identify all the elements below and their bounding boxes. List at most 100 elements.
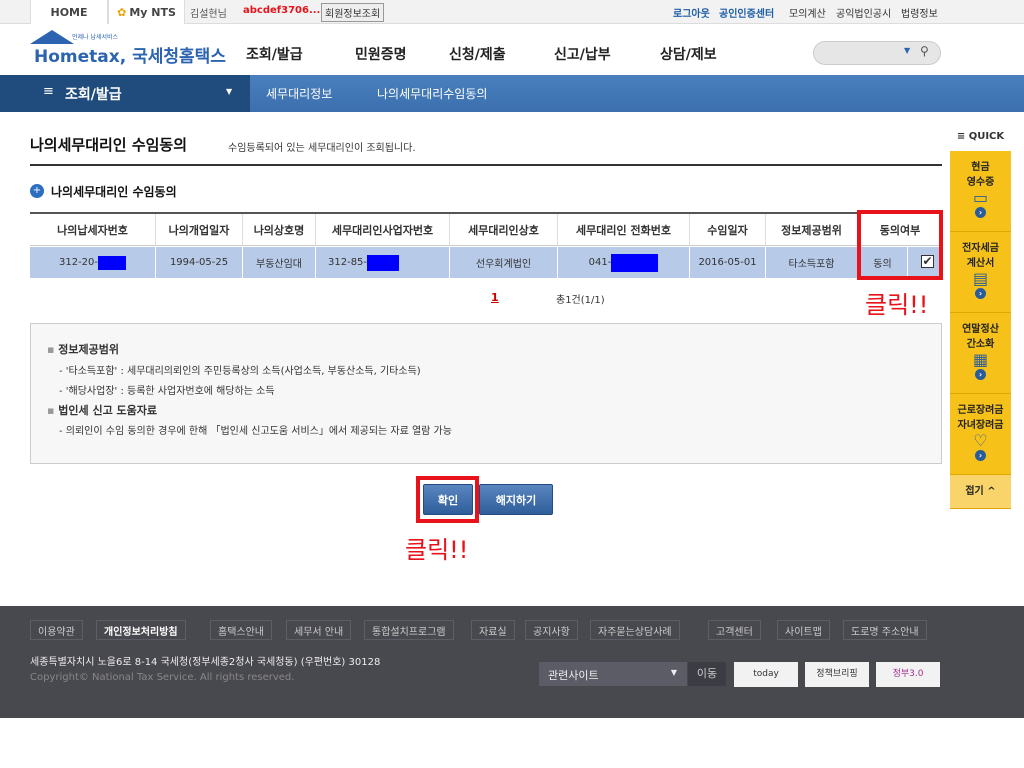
mynts-label: My NTS [129,5,176,19]
footer-link[interactable]: 공지사항 [525,620,578,640]
info-heading-text: 정보제공범위 [58,343,120,356]
menu-icon: ≡ [43,84,54,99]
chevron-down-icon: ▼ [226,87,233,96]
click-annotation: 클릭!! [405,536,469,564]
footer-link[interactable]: 통합설치프로그램 [364,620,454,640]
redacted-mask [98,255,127,270]
cell-agent-name: 선우회계법인 [450,247,558,278]
breadcrumb-item-current[interactable]: 나의세무대리수임동의 [377,85,487,102]
redacted-mask [611,253,659,272]
agent-phone-text: 041- [588,257,612,268]
public-corp-link[interactable]: 공익법인공시 [836,5,891,20]
breadcrumb-item[interactable]: 세무대리정보 [266,85,332,102]
col-taxpayer-no: 나의납세자번호 [30,214,156,246]
revoke-button[interactable]: 해지하기 [479,484,553,515]
quick-year-end[interactable]: 연말정산 간소화 ▦ › [950,313,1011,394]
member-info-button[interactable]: 회원정보조회 [321,3,385,22]
plus-circle-icon: + [30,184,44,198]
title-divider [30,164,942,166]
taxpayer-no-text: 312-20- [58,257,99,268]
quick-fold-button[interactable]: 접기 ^ [950,475,1011,509]
star-icon: ✿ [117,5,127,19]
col-agent-phone: 세무대리인 전화번호 [558,214,690,246]
col-company: 나의상호명 [243,214,316,246]
cell-agent-no: 312-85- [316,247,450,278]
info-heading: ▪ 정보제공범위 [47,343,120,356]
banner-gov30[interactable]: 정부3.0 [876,662,940,687]
footer-link[interactable]: 이용약관 [30,620,83,640]
cell-date: 2016-05-01 [690,247,766,278]
col-open-date: 나의개업일자 [156,214,243,246]
footer-link[interactable]: 자료실 [471,620,515,640]
page-title: 나의세무대리인 수임동의 [30,136,188,154]
table-row[interactable]: 312-20- 1994-05-25 부동산임대 312-85- 선우회계법인 … [30,247,942,278]
info-line: - 의뢰인이 수임 동의한 경우에 한해 「법인세 신고도움 서비스」에서 제공… [59,426,452,437]
cell-company: 부동산임대 [243,247,316,278]
related-label: 관련사이트 [548,669,599,682]
nav-inquiry[interactable]: 조회/발급 [246,44,303,64]
chevron-down-icon[interactable]: ▼ [904,46,910,55]
logo-text: Hometax, 국세청홈택스 [34,47,226,67]
related-sites-select[interactable]: 관련사이트 ▼ [539,662,687,686]
table-icon: ▦ [972,350,989,369]
mock-calc-link[interactable]: 모의계산 [789,5,826,20]
arrow-icon: › [975,450,986,461]
law-info-link[interactable]: 법령정보 [901,5,938,20]
arrow-icon: › [975,369,986,380]
col-agent-name: 세무대리인상호 [450,214,558,246]
logo-subtitle: 언제나 납세서비스 [72,34,119,41]
menu-dropdown[interactable]: ≡ 조회/발급 ▼ [0,75,250,112]
agent-no-text: 312-85- [328,257,368,268]
footer-link[interactable]: 고객센터 [708,620,761,640]
info-heading: ▪ 법인세 신고 도움자료 [47,404,158,417]
footer-link[interactable]: 사이트맵 [777,620,830,640]
mynts-link[interactable]: ✿ My NTS [108,0,185,24]
agent-table: 나의납세자번호 나의개업일자 나의상호명 세무대리인사업자번호 세무대리인상호 … [30,212,942,278]
search-icon[interactable]: ⚲ [920,44,929,58]
highlight-box [857,210,943,280]
search-input[interactable]: ▼ ⚲ [813,41,941,65]
footer-link[interactable]: 도로명 주소안내 [843,620,927,640]
page-link-1[interactable]: 1 [491,291,499,304]
nav-apply[interactable]: 신청/제출 [449,44,506,64]
quick-label: 연말정산 간소화 [962,324,999,350]
menu-icon: ≡ [956,131,969,142]
cell-scope: 타소득포함 [766,247,858,278]
arrow-icon: › [975,207,986,218]
banner-policy-briefing[interactable]: 정책브리핑 [805,662,869,687]
info-box: ▪ 정보제공범위 - '타소득포함' : 세무대리의뢰인의 주민등록상의 소득(… [30,323,942,464]
info-line: - '해당사업장' : 등록한 사업자번호에 해당하는 소득 [59,386,275,397]
quick-title: ≡ QUICK [950,131,1011,142]
quick-e-tax-invoice[interactable]: 전자세금 계산서 ▤ › [950,232,1011,313]
redacted-mask [367,254,400,271]
arrow-icon: › [975,288,986,299]
footer-copyright: Copyright© National Tax Service. All rig… [30,672,295,683]
info-heading-text: 법인세 신고 도움자료 [58,404,158,417]
heart-icon: ♡ [973,431,988,450]
footer-link-privacy[interactable]: 개인정보처리방침 [96,620,186,640]
menu-label: 조회/발급 [65,87,122,103]
click-annotation: 클릭!! [865,291,929,319]
logout-link[interactable]: 로그아웃 [673,5,710,20]
cell-agent-phone: 041- [558,247,690,278]
nav-report[interactable]: 신고/납부 [554,44,611,64]
info-line: - '타소득포함' : 세무대리의뢰인의 주민등록상의 소득(사업소득, 부동산… [59,366,421,377]
quick-title-text: QUICK [968,131,1005,142]
cert-center-link[interactable]: 공인인증센터 [719,5,774,20]
quick-incentive[interactable]: 근로장려금 자녀장려금 ♡ › [950,394,1011,475]
go-button[interactable]: 이동 [688,662,726,686]
footer-link[interactable]: 자주묻는상담사례 [590,620,680,640]
quick-cash-receipt[interactable]: 현금 영수증 ▭ › [950,151,1011,232]
col-agent-no: 세무대리인사업자번호 [316,214,450,246]
hometax-logo[interactable]: 언제나 납세서비스 Hometax, 국세청홈택스 [30,30,226,70]
nav-consult[interactable]: 상담/제보 [660,44,717,64]
home-link[interactable]: HOME [30,0,108,24]
footer-link[interactable]: 홈택스안내 [210,620,272,640]
table-header-row: 나의납세자번호 나의개업일자 나의상호명 세무대리인사업자번호 세무대리인상호 … [30,214,942,246]
nav-certificate[interactable]: 민원증명 [355,44,407,64]
banner-today[interactable]: today [734,662,798,687]
footer-link[interactable]: 세무서 안내 [286,620,352,640]
section-title: 나의세무대리인 수임동의 [51,185,177,199]
cell-taxpayer-no: 312-20- [30,247,156,278]
fold-label: 접기 [965,486,984,497]
